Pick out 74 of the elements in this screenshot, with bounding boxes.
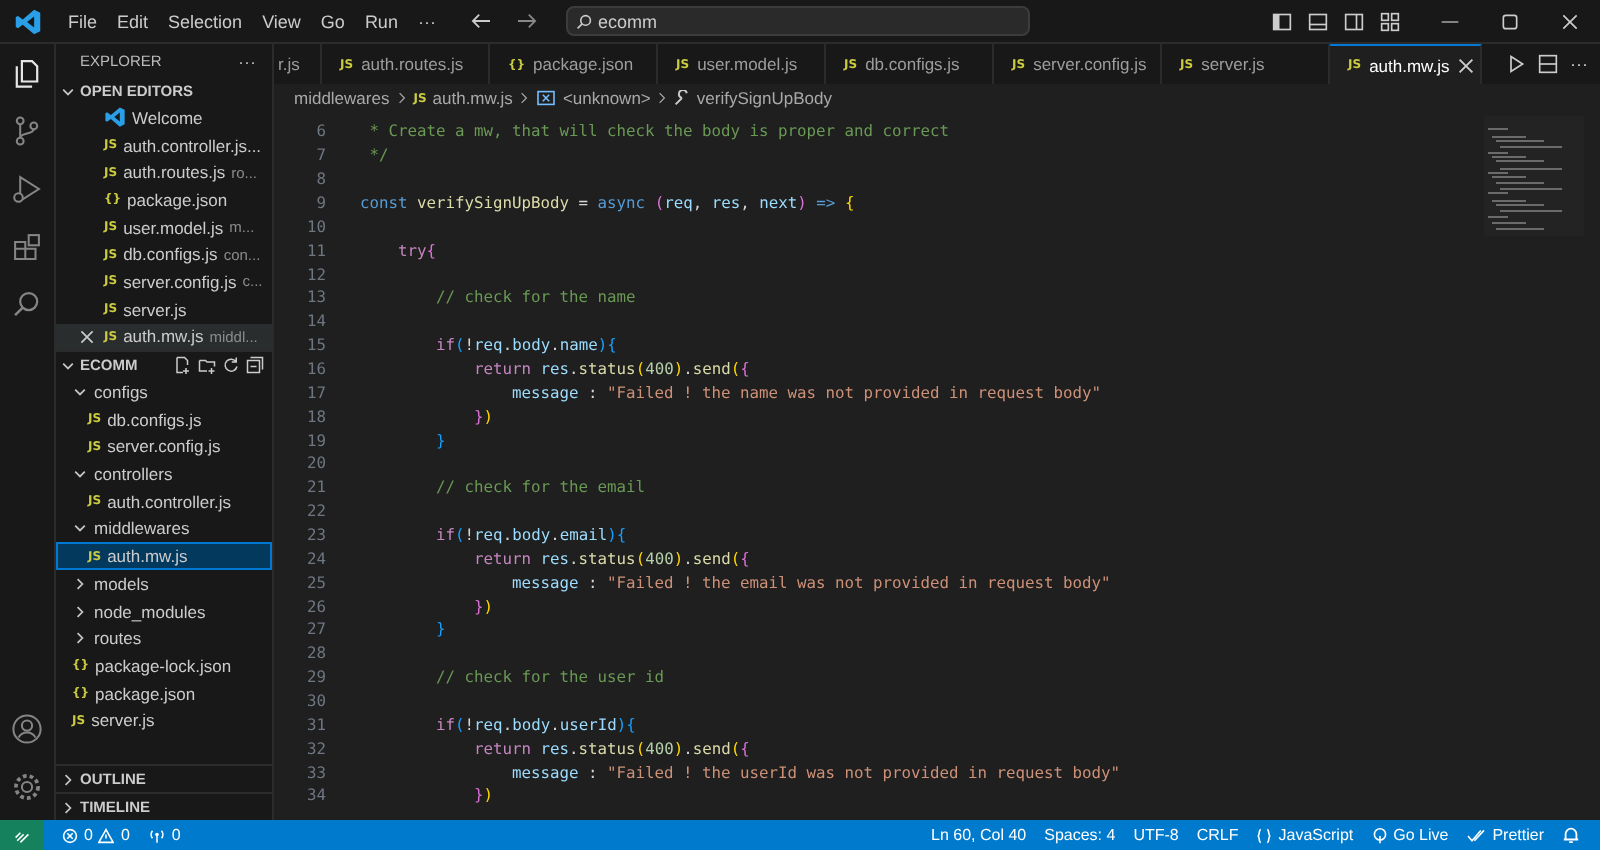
status-item[interactable]: Prettier — [1466, 826, 1544, 844]
chevron-down-icon — [72, 520, 88, 537]
account-icon[interactable] — [10, 712, 44, 746]
layout-grid-icon[interactable] — [1380, 11, 1400, 31]
menu-item[interactable]: Selection — [158, 11, 253, 31]
panel-toggle-icon[interactable] — [1308, 11, 1328, 31]
open-editor-item[interactable]: Welcome — [56, 104, 272, 132]
source-control-icon[interactable] — [10, 114, 44, 148]
refresh-icon[interactable] — [222, 356, 240, 375]
search-field[interactable]: ecomm — [565, 6, 1030, 36]
status-item[interactable]: Go Live — [1371, 826, 1449, 844]
antenna-icon — [147, 827, 166, 843]
status-item[interactable]: CRLF — [1196, 826, 1239, 844]
files-icon[interactable] — [10, 56, 44, 90]
breadcrumb-item[interactable]: <unknown> — [562, 88, 651, 108]
chevron-down-icon — [72, 466, 88, 483]
remote-button[interactable] — [0, 820, 44, 850]
variable-icon — [536, 90, 557, 106]
folder-item[interactable]: node_modules — [56, 597, 272, 625]
menu-item[interactable]: File — [58, 11, 108, 31]
folder-item[interactable]: routes — [56, 624, 272, 653]
close-icon[interactable] — [1560, 11, 1580, 31]
extensions-icon[interactable] — [10, 230, 44, 264]
chevron-down-icon — [60, 83, 76, 99]
warning-icon — [98, 827, 115, 843]
close-icon[interactable] — [80, 329, 94, 344]
folder-item[interactable]: configs — [56, 378, 272, 406]
close-icon[interactable] — [1457, 57, 1474, 73]
wrench-icon — [674, 90, 691, 106]
error-icon — [62, 827, 78, 843]
search-icon — [575, 13, 592, 29]
chevron-right-icon — [518, 92, 531, 104]
folder-item[interactable]: controllers — [56, 460, 272, 488]
menu-item[interactable]: ··· — [407, 11, 446, 31]
vscode-logo-icon — [104, 106, 126, 129]
breadcrumb-item[interactable]: middlewares — [294, 88, 390, 108]
remote-icon — [14, 827, 30, 843]
status-item[interactable]: UTF-8 — [1133, 826, 1179, 844]
folder-item[interactable]: middlewares — [56, 515, 272, 543]
braces-icon — [1256, 827, 1273, 843]
menu-item[interactable]: View — [252, 11, 311, 31]
new-folder-icon[interactable] — [198, 356, 216, 375]
double-check-icon — [1466, 827, 1487, 843]
run-debug-icon[interactable] — [10, 172, 44, 206]
menu-item[interactable]: Run — [354, 11, 408, 31]
chevron-right-icon — [395, 92, 408, 104]
ports-button[interactable]: 0 — [147, 826, 181, 844]
settings-icon[interactable] — [10, 770, 44, 804]
maximize-icon[interactable] — [1500, 11, 1520, 31]
editor-tab[interactable]: r.js — [274, 44, 322, 84]
breadcrumb-item[interactable]: verifySignUpBody — [696, 88, 832, 108]
search-icon[interactable] — [10, 288, 44, 322]
split-editor-icon[interactable] — [1538, 54, 1558, 74]
split-layout-icon[interactable] — [1344, 11, 1364, 31]
menu-item[interactable]: Go — [310, 11, 355, 31]
more-actions-button[interactable]: ··· — [1570, 54, 1588, 74]
menu-item[interactable]: Edit — [107, 11, 159, 31]
status-item[interactable]: Spaces: 4 — [1044, 826, 1116, 844]
collapse-all-icon[interactable] — [246, 356, 264, 375]
back-arrow-icon[interactable] — [469, 12, 492, 30]
status-item[interactable]: Ln 60, Col 40 — [931, 826, 1027, 844]
new-file-icon[interactable] — [174, 356, 192, 375]
forward-arrow-icon[interactable] — [515, 12, 538, 30]
more-actions-button[interactable]: ··· — [238, 51, 256, 71]
chevron-right-icon — [656, 92, 669, 104]
folder-item[interactable]: models — [56, 570, 272, 598]
run-icon[interactable] — [1506, 54, 1526, 74]
breadcrumb-item[interactable]: auth.mw.js — [432, 88, 513, 108]
problems-button[interactable]: 0 0 — [62, 826, 130, 844]
vscode-logo-icon — [14, 7, 42, 35]
sidebar-toggle-icon[interactable] — [1272, 11, 1292, 31]
status-item[interactable]: JavaScript — [1256, 826, 1354, 844]
broadcast-icon — [1371, 827, 1388, 843]
bell-icon[interactable] — [1562, 826, 1580, 844]
